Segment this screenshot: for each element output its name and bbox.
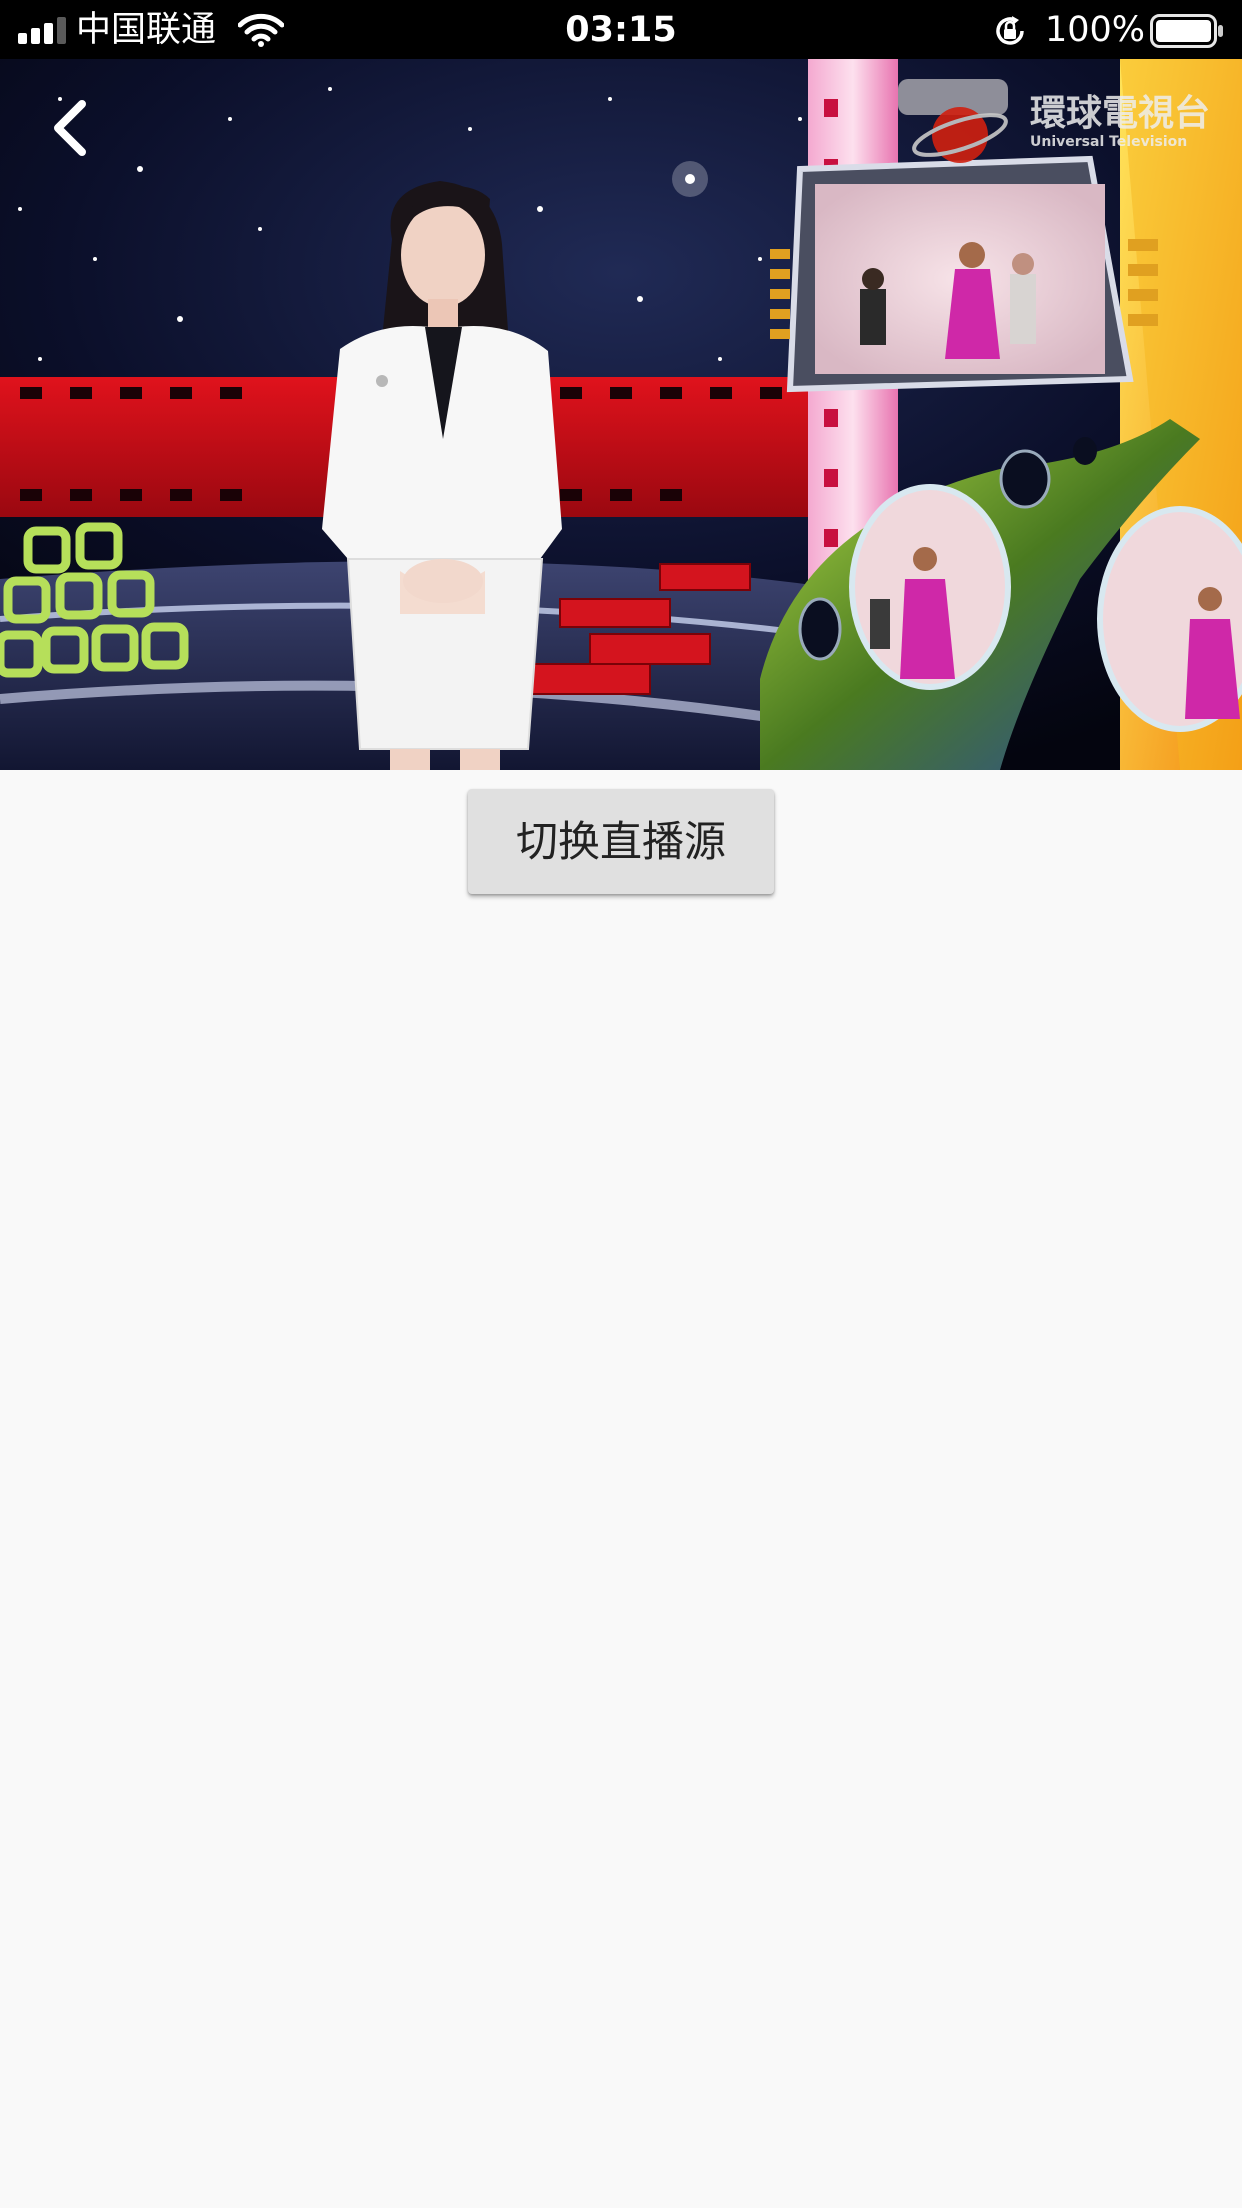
- watermark-title: 環球電視台: [1030, 92, 1211, 134]
- back-button[interactable]: [40, 92, 104, 164]
- status-bar: 中国联通 03:15 100%: [0, 0, 1242, 59]
- rotation-lock-icon: [996, 16, 1024, 45]
- video-frame: [0, 59, 1242, 770]
- watermark-subtitle: Universal Television: [1030, 134, 1188, 150]
- chevron-left-icon: [54, 100, 86, 156]
- channel-watermark: 環球電視台 Universal Television: [1030, 93, 1230, 151]
- video-player[interactable]: 環球電視台 Universal Television: [0, 59, 1242, 770]
- battery-icon: [1150, 14, 1223, 48]
- battery-percent: 100%: [1045, 10, 1146, 50]
- switch-source-button[interactable]: 切换直播源: [468, 789, 774, 894]
